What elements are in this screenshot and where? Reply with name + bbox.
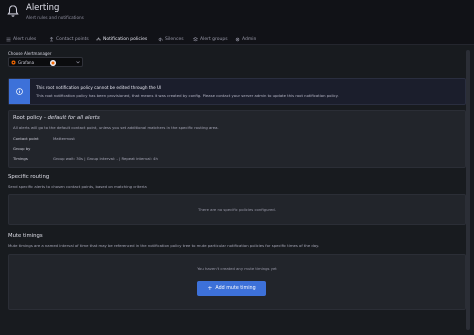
tab-label: Alert groups bbox=[200, 36, 228, 42]
tab-contact-points[interactable]: Contact points bbox=[49, 33, 89, 45]
add-mute-timing-button[interactable]: + Add mute timing bbox=[197, 281, 266, 296]
tab-label: Alert rules bbox=[13, 36, 37, 42]
tab-alert-groups[interactable]: Alert groups bbox=[193, 33, 228, 45]
timings-key: Timings bbox=[13, 156, 28, 161]
root-policy-description: All alerts will go to the default contac… bbox=[13, 125, 219, 130]
tab-admin[interactable]: Admin bbox=[235, 33, 256, 45]
root-policy-title: Root policy - default for all alerts bbox=[13, 115, 100, 121]
tab-label: Admin bbox=[242, 36, 257, 42]
mute-timings-description: Mute timings are a named interval of tim… bbox=[8, 243, 320, 248]
sitemap-icon bbox=[96, 37, 101, 40]
tab-notification-policies[interactable]: Notification policies bbox=[96, 33, 148, 46]
list-icon bbox=[6, 37, 11, 41]
tab-bar: Alert rules Contact points Notification … bbox=[0, 31, 474, 46]
page-subtitle: Alert rules and notifications bbox=[26, 15, 84, 20]
layers-icon bbox=[193, 36, 198, 41]
group-by-key: Group by bbox=[13, 146, 31, 151]
info-alert-text: This root notification policy has been p… bbox=[36, 93, 339, 98]
tab-label: Contact points bbox=[56, 36, 89, 42]
alertmanager-selected-value: Grafana bbox=[18, 59, 35, 65]
specific-routing-empty-panel: There are no specific policies configure… bbox=[8, 194, 466, 225]
chevron-down-icon bbox=[76, 61, 80, 64]
info-alert-icon-area bbox=[9, 79, 30, 104]
grafana-badge-icon bbox=[50, 59, 56, 66]
page-title: Alerting bbox=[26, 3, 60, 13]
plus-icon: + bbox=[207, 284, 213, 292]
gear-icon bbox=[235, 37, 240, 41]
contact-point-value: Mattermost bbox=[53, 136, 75, 141]
grafana-logo-icon bbox=[11, 60, 16, 64]
timings-value: Group wait: 30s | Group interval: - | Re… bbox=[53, 156, 158, 161]
info-alert: This root notification policy cannot be … bbox=[8, 78, 466, 105]
scrollbar[interactable] bbox=[466, 50, 470, 330]
tab-label: Silences bbox=[165, 36, 184, 42]
info-alert-title: This root notification policy cannot be … bbox=[36, 85, 162, 90]
add-mute-timing-label: Add mute timing bbox=[215, 286, 256, 291]
specific-routing-description: Send specific alerts to chosen contact p… bbox=[8, 184, 147, 189]
tab-silences[interactable]: Silences bbox=[158, 33, 184, 45]
root-policy-panel: Root policy - default for all alerts All… bbox=[8, 110, 466, 168]
tab-label: Notification policies bbox=[103, 36, 148, 42]
bell-icon bbox=[7, 5, 19, 17]
info-icon bbox=[16, 88, 23, 95]
contact-point-key: Contact point bbox=[13, 136, 39, 141]
specific-routing-empty-text: There are no specific policies configure… bbox=[198, 207, 276, 212]
tab-alert-rules[interactable]: Alert rules bbox=[6, 33, 36, 45]
mute-timings-empty-text: You haven't created any mute timings yet bbox=[197, 266, 277, 271]
silence-icon bbox=[158, 36, 163, 42]
alertmanager-select[interactable]: Grafana bbox=[8, 57, 83, 67]
mute-timings-empty-panel: You haven't created any mute timings yet… bbox=[8, 254, 466, 310]
specific-routing-title: Specific routing bbox=[8, 174, 50, 180]
alertmanager-label: Choose Alertmanager bbox=[8, 51, 52, 56]
contact-icon bbox=[49, 36, 54, 41]
mute-timings-title: Mute timings bbox=[8, 233, 43, 239]
